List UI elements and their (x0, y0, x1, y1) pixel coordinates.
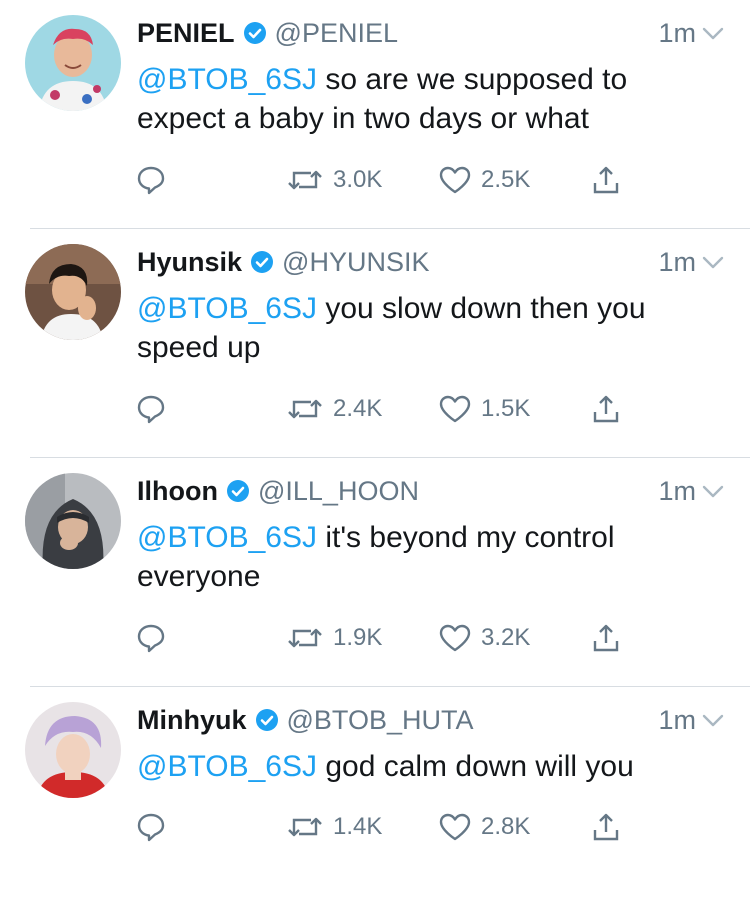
display-name[interactable]: Hyunsik (137, 247, 242, 278)
chevron-down-icon[interactable] (700, 707, 726, 733)
like-button[interactable]: 3.2K (439, 618, 530, 658)
verified-badge-icon (243, 21, 267, 45)
chevron-down-icon[interactable] (700, 478, 726, 504)
reply-icon (137, 623, 165, 653)
like-count: 2.8K (481, 813, 531, 840)
share-icon (592, 812, 620, 842)
like-count: 3.2K (481, 624, 531, 651)
retweet-count: 1.9K (333, 624, 383, 651)
action-bar: 1.9K 3.2K (137, 618, 637, 658)
heart-icon (439, 166, 471, 194)
display-name[interactable]: Minhyuk (137, 705, 247, 736)
tweet-text: @BTOB_6SJ you slow down then you speed u… (137, 289, 697, 367)
tweet-text: @BTOB_6SJ god calm down will you (137, 747, 697, 786)
action-bar: 2.4K 1.5K (137, 389, 637, 429)
tweet-header: PENIEL @PENIEL 1m (137, 13, 726, 53)
verified-badge-icon (250, 250, 274, 274)
tweet-header: Minhyuk @BTOB_HUTA 1m (137, 700, 726, 740)
verified-badge-icon (226, 479, 250, 503)
action-bar: 3.0K 2.5K (137, 160, 637, 200)
reply-icon (137, 812, 165, 842)
tweet-text: @BTOB_6SJ it's beyond my control everyon… (137, 518, 697, 596)
share-button[interactable] (592, 389, 620, 429)
heart-icon (439, 813, 471, 841)
like-button[interactable]: 1.5K (439, 389, 530, 429)
heart-icon (439, 624, 471, 652)
user-handle[interactable]: @BTOB_HUTA (287, 705, 474, 736)
timestamp[interactable]: 1m (658, 476, 696, 507)
action-bar: 1.4K 2.8K (137, 807, 637, 847)
tweet-feed: PENIEL @PENIEL 1m @BTOB_6SJ so are we su… (0, 0, 750, 861)
reply-button[interactable] (137, 389, 165, 429)
timestamp[interactable]: 1m (658, 18, 696, 49)
tweet-header: Ilhoon @ILL_HOON 1m (137, 471, 726, 511)
like-button[interactable]: 2.8K (439, 807, 530, 847)
retweet-icon (287, 395, 323, 423)
user-handle[interactable]: @HYUNSIK (282, 247, 429, 278)
verified-badge-icon (255, 708, 279, 732)
reply-button[interactable] (137, 807, 165, 847)
reply-icon (137, 165, 165, 195)
mention-link[interactable]: @BTOB_6SJ (137, 63, 317, 96)
avatar[interactable] (25, 473, 121, 569)
tweet-body: god calm down will you (316, 750, 634, 783)
retweet-icon (287, 624, 323, 652)
display-name[interactable]: PENIEL (137, 18, 235, 49)
timestamp[interactable]: 1m (658, 247, 696, 278)
avatar[interactable] (25, 244, 121, 340)
reply-icon (137, 394, 165, 424)
retweet-button[interactable]: 1.4K (287, 807, 382, 847)
avatar[interactable] (25, 702, 121, 798)
like-button[interactable]: 2.5K (439, 160, 530, 200)
retweet-count: 1.4K (333, 813, 383, 840)
tweet-text: @BTOB_6SJ so are we supposed to expect a… (137, 60, 697, 138)
share-icon (592, 165, 620, 195)
retweet-count: 2.4K (333, 395, 383, 422)
reply-button[interactable] (137, 618, 165, 658)
share-icon (592, 394, 620, 424)
retweet-button[interactable]: 2.4K (287, 389, 382, 429)
chevron-down-icon[interactable] (700, 20, 726, 46)
tweet-header: Hyunsik @HYUNSIK 1m (137, 242, 726, 282)
mention-link[interactable]: @BTOB_6SJ (137, 292, 317, 325)
share-button[interactable] (592, 807, 620, 847)
reply-button[interactable] (137, 160, 165, 200)
tweet[interactable]: PENIEL @PENIEL 1m @BTOB_6SJ so are we su… (0, 0, 750, 229)
retweet-button[interactable]: 1.9K (287, 618, 382, 658)
retweet-icon (287, 166, 323, 194)
retweet-button[interactable]: 3.0K (287, 160, 382, 200)
retweet-icon (287, 813, 323, 841)
tweet[interactable]: Hyunsik @HYUNSIK 1m @BTOB_6SJ you slow d… (0, 229, 750, 458)
heart-icon (439, 395, 471, 423)
tweet[interactable]: Ilhoon @ILL_HOON 1m @BTOB_6SJ it's beyon… (0, 458, 750, 687)
share-icon (592, 623, 620, 653)
timestamp[interactable]: 1m (658, 705, 696, 736)
user-handle[interactable]: @ILL_HOON (258, 476, 419, 507)
user-handle[interactable]: @PENIEL (275, 18, 398, 49)
chevron-down-icon[interactable] (700, 249, 726, 275)
mention-link[interactable]: @BTOB_6SJ (137, 750, 317, 783)
like-count: 1.5K (481, 395, 531, 422)
avatar[interactable] (25, 15, 121, 111)
retweet-count: 3.0K (333, 166, 383, 193)
share-button[interactable] (592, 618, 620, 658)
share-button[interactable] (592, 160, 620, 200)
display-name[interactable]: Ilhoon (137, 476, 218, 507)
mention-link[interactable]: @BTOB_6SJ (137, 521, 317, 554)
like-count: 2.5K (481, 166, 531, 193)
tweet[interactable]: Minhyuk @BTOB_HUTA 1m @BTOB_6SJ god calm… (0, 687, 750, 916)
